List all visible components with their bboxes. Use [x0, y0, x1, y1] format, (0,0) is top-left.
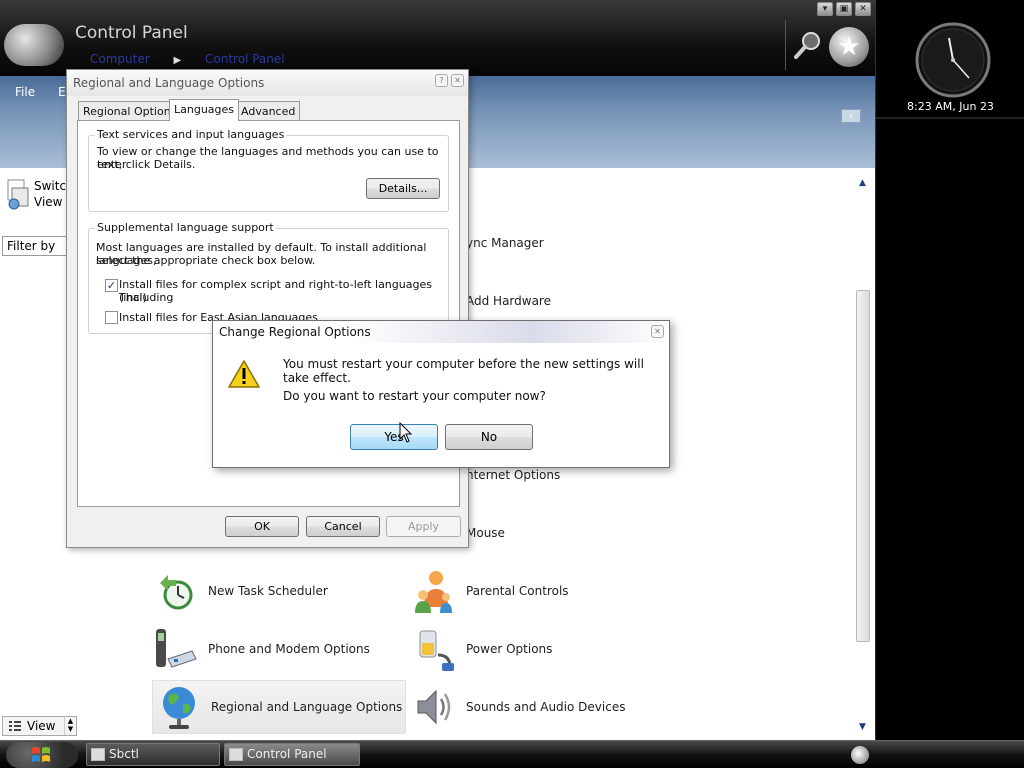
vertical-scrollbar[interactable]: ▲ ▼: [853, 176, 875, 736]
ok-button[interactable]: OK: [225, 516, 299, 537]
taskbar: Sbctl Control Panel: [0, 740, 1024, 768]
item-label: New Task Scheduler: [208, 584, 328, 598]
change-dialog-body: You must restart your computer before th…: [213, 343, 669, 467]
warning-icon: [228, 360, 260, 388]
task-label: Control Panel: [247, 747, 327, 761]
info-icon[interactable]: i: [841, 109, 861, 123]
item-phone-modem[interactable]: Phone and Modem Options: [154, 624, 404, 674]
control-panel-task-icon: [229, 748, 243, 761]
scroll-down-arrow-icon[interactable]: ▼: [859, 722, 866, 732]
breadcrumb: Computer ▶ Control Panel: [90, 52, 285, 66]
supplemental-desc-2: select the appropriate check box below.: [96, 254, 316, 267]
complex-script-checkbox[interactable]: ✓: [105, 279, 118, 292]
minimize-button[interactable]: ▾: [817, 2, 833, 16]
change-dialog-title: Change Regional Options: [213, 321, 669, 343]
task-sbctl[interactable]: Sbctl: [86, 743, 220, 766]
mouse-cursor-icon: [399, 422, 413, 443]
item-new-task-scheduler[interactable]: New Task Scheduler: [154, 566, 404, 616]
back-forward-orb[interactable]: [4, 24, 64, 66]
complex-script-label-1: Install files for complex script and rig…: [119, 278, 432, 304]
search-icon[interactable]: [793, 30, 823, 60]
speaker-icon: [417, 689, 451, 725]
no-button[interactable]: No: [445, 424, 533, 450]
task-label: Sbctl: [109, 747, 139, 761]
supplemental-group: Supplemental language support Most langu…: [88, 221, 449, 334]
restart-message: You must restart your computer before th…: [283, 357, 644, 385]
apply-button[interactable]: Apply: [386, 516, 461, 537]
windows-logo-icon: [32, 747, 50, 762]
restart-question: Do you want to restart your computer now…: [283, 389, 546, 403]
item-label: Parental Controls: [466, 584, 569, 598]
tab-languages[interactable]: Languages: [169, 99, 240, 121]
text-services-title: Text services and input languages: [95, 128, 287, 141]
sbctl-icon: [91, 748, 105, 761]
view-spinner-icon[interactable]: ▲ ▼: [64, 717, 76, 735]
tab-advanced[interactable]: Advanced: [236, 101, 301, 120]
close-button[interactable]: ✕: [855, 2, 871, 16]
view-label: View: [27, 719, 56, 733]
window-controls: ▾ ▣ ✕: [817, 2, 871, 16]
sidebar-tray-icon[interactable]: [851, 746, 869, 764]
item-regional-language[interactable]: Regional and Language Options: [152, 680, 406, 734]
windows-sidebar: 8:23 AM, Jun 23: [875, 0, 1024, 740]
change-dialog-close-button[interactable]: ✕: [651, 325, 664, 338]
view-selector[interactable]: View ▲ ▼: [2, 716, 77, 736]
item-label: Phone and Modem Options: [208, 642, 370, 656]
east-asian-checkbox[interactable]: [105, 311, 118, 324]
regional-language-dialog: Regional and Language Options ? ✕ Region…: [66, 69, 469, 548]
dialog-title-buttons: ? ✕: [435, 74, 464, 87]
help-button[interactable]: ?: [435, 74, 448, 87]
breadcrumb-control-panel[interactable]: Control Panel: [205, 52, 285, 66]
item-parental-controls[interactable]: Parental Controls: [412, 566, 662, 616]
menu-edit[interactable]: E: [58, 85, 66, 99]
clock-text: 8:23 AM, Jun 23: [907, 100, 994, 113]
sidebar-divider: [876, 117, 1024, 119]
supplemental-title: Supplemental language support: [95, 221, 276, 234]
favorites-star-icon[interactable]: ★: [829, 27, 869, 67]
globe-icon: [163, 687, 195, 729]
breadcrumb-computer[interactable]: Computer: [90, 52, 150, 66]
switch-view-icon: [7, 179, 29, 210]
details-button[interactable]: Details...: [366, 178, 440, 199]
item-sounds-audio[interactable]: Sounds and Audio Devices: [412, 682, 662, 732]
item-label: Add Hardware: [466, 294, 551, 308]
task-scheduler-icon: [160, 575, 193, 610]
item-label: nternet Options: [466, 468, 561, 482]
filter-input[interactable]: Filter by: [2, 236, 68, 256]
complex-script-label-2: Thai): [119, 291, 147, 304]
item-label: Power Options: [466, 642, 553, 656]
title-separator: [785, 20, 786, 70]
parental-controls-icon: [415, 571, 452, 613]
power-options-icon: [419, 630, 454, 671]
dialog-close-button[interactable]: ✕: [451, 74, 464, 87]
item-power-options[interactable]: Power Options: [412, 624, 662, 674]
cancel-button[interactable]: Cancel: [306, 516, 380, 537]
yes-button[interactable]: Yes: [350, 424, 438, 450]
text-services-group: Text services and input languages To vie…: [88, 128, 449, 212]
scroll-thumb[interactable]: [856, 290, 870, 642]
item-label: ync Manager: [466, 236, 544, 250]
dialog-title: Regional and Language Options: [67, 70, 468, 96]
item-label: Regional and Language Options: [211, 700, 403, 714]
title-bar: Control Panel Computer ▶ Control Panel ★…: [0, 0, 875, 76]
task-control-panel[interactable]: Control Panel: [224, 743, 360, 766]
start-button[interactable]: [6, 742, 78, 768]
menu-file[interactable]: File: [15, 85, 35, 99]
item-label: Mouse: [466, 526, 505, 540]
tab-regional-options[interactable]: Regional Options: [78, 101, 182, 120]
phone-modem-icon: [156, 629, 197, 668]
scroll-up-arrow-icon[interactable]: ▲: [859, 178, 866, 188]
maximize-button[interactable]: ▣: [836, 2, 852, 16]
window-title: Control Panel: [75, 23, 188, 43]
view-grid-icon: [9, 721, 21, 731]
change-regional-options-dialog: Change Regional Options ✕ You must resta…: [212, 320, 670, 468]
breadcrumb-arrow-icon[interactable]: ▶: [173, 55, 181, 66]
item-label: Sounds and Audio Devices: [466, 700, 626, 714]
text-services-desc-2: text, click Details.: [97, 158, 196, 171]
clock-icon[interactable]: [915, 22, 991, 98]
